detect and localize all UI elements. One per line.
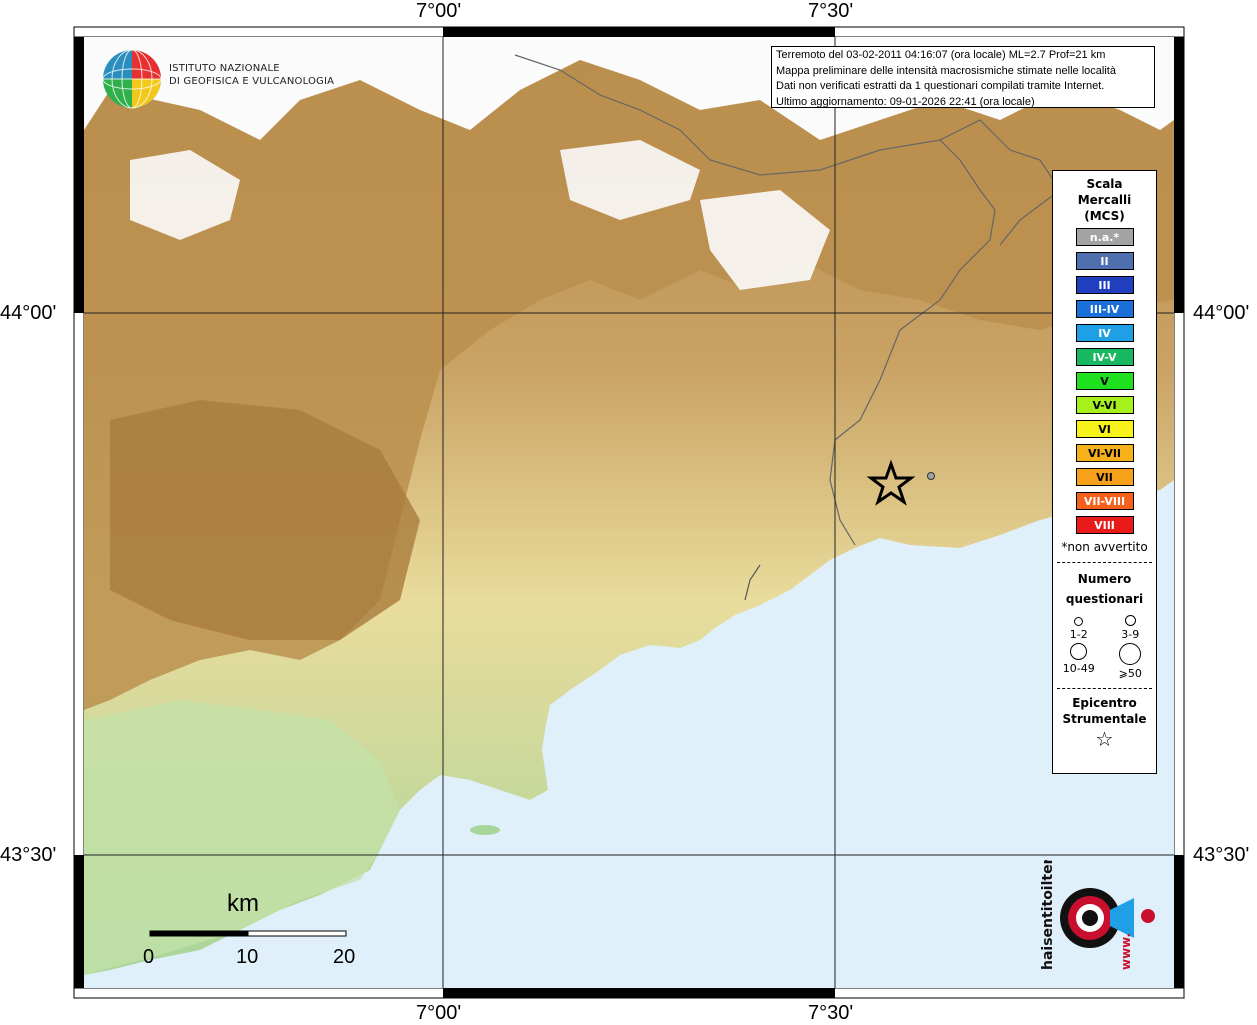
haisentito-www: www.	[1119, 933, 1133, 970]
intensity-item: IV-V	[1075, 348, 1134, 366]
questionnaire-point[interactable]	[927, 472, 935, 480]
questionari-sizes: 1-2 3-9 10-49 ⩾50	[1053, 611, 1156, 680]
intensity-scale-list: n.a.* II III III-IV IV IV-V V V-VI VI VI-VII VII VI…	[1053, 228, 1156, 534]
intensity-item: VII-VIII	[1075, 492, 1134, 510]
epicentro-title: Epicentro Strumentale	[1062, 696, 1147, 726]
lon-label-top-1: 7°00'	[416, 0, 462, 22]
island	[470, 825, 500, 835]
intensity-item: III-IV	[1075, 300, 1134, 318]
lat-label-right-1: 44°00'	[1193, 302, 1250, 324]
scale-unit: km	[227, 890, 259, 917]
scale-tick: 0	[143, 946, 155, 968]
intensity-item: VIII	[1075, 516, 1134, 534]
info-line: Ultimo aggiornamento: 09-01-2026 22:41 (…	[776, 95, 1035, 108]
intensity-item: II	[1075, 252, 1134, 270]
haisentito-logo-icon[interactable]: haisentitoilterremoto.it www.	[1030, 860, 1170, 980]
intensity-item: VI	[1075, 420, 1134, 438]
scale-bar	[149, 930, 347, 937]
intensity-item: n.a.*	[1075, 228, 1134, 246]
intensity-item: VI-VII	[1075, 444, 1134, 462]
intensity-item: V-VI	[1075, 396, 1134, 414]
legend-panel: Scala Mercalli (MCS) n.a.* II III III-IV IV I…	[1052, 170, 1157, 774]
info-line: Terremoto del 03-02-2011 04:16:07 (ora l…	[776, 49, 1106, 61]
scale-tick: 10	[236, 946, 259, 968]
intensity-item: V	[1075, 372, 1134, 390]
legend-divider	[1057, 688, 1152, 689]
lon-label-bottom-1: 7°00'	[416, 1002, 462, 1024]
questionari-title: Numero questionari	[1065, 572, 1144, 606]
intensity-item: VII	[1075, 468, 1134, 486]
lat-label-left-1: 44°00'	[0, 302, 57, 324]
legend-note: *non avvertito	[1061, 540, 1148, 554]
info-line: Mappa preliminare delle intensità macros…	[776, 64, 1116, 77]
info-line: Dati non verificati estratti da 1 questi…	[776, 80, 1105, 92]
ingv-logo-icon	[102, 49, 162, 109]
event-info-box: Terremoto del 03-02-2011 04:16:07 (ora l…	[771, 46, 1155, 108]
legend-divider	[1057, 562, 1152, 563]
questionari-size-3: 10-49	[1053, 643, 1105, 680]
ingv-name: ISTITUTO NAZIONALE DI GEOFISICA E VULCAN…	[169, 63, 335, 87]
questionari-size-4: ⩾50	[1105, 643, 1157, 680]
haisentito-text: haisentitoilterremoto.it	[1040, 860, 1056, 970]
intensity-item: IV	[1075, 324, 1134, 342]
lat-label-left-2: 43°30'	[0, 844, 57, 866]
legend-title: Scala Mercalli (MCS)	[1077, 177, 1132, 223]
lon-label-top-2: 7°30'	[808, 0, 854, 22]
epicenter-legend-icon: ☆	[1095, 727, 1114, 751]
lat-label-right-2: 43°30'	[1193, 844, 1250, 866]
questionari-size-2: 3-9	[1105, 611, 1157, 641]
intensity-item: III	[1075, 276, 1134, 294]
lon-label-bottom-2: 7°30'	[808, 1002, 854, 1024]
scale-tick: 20	[333, 946, 356, 968]
questionari-size-1: 1-2	[1053, 611, 1105, 641]
